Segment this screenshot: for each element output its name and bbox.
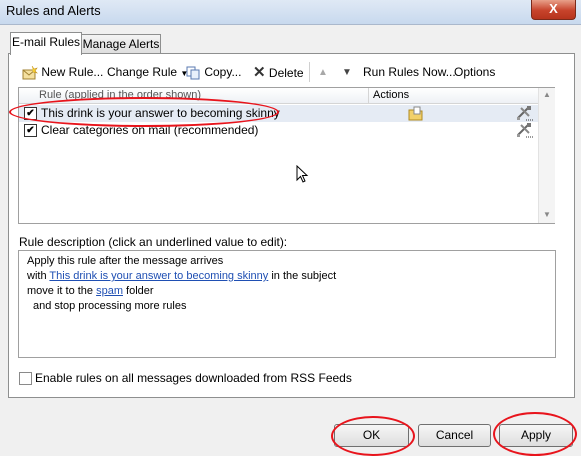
cancel-label: Cancel [435,428,474,442]
description-line: and stop processing more rules [33,300,186,312]
scroll-up-icon[interactable]: ▲ [543,90,551,99]
tab-manage-alerts-label: Manage Alerts [82,37,160,51]
close-button[interactable]: X [531,0,576,20]
run-rules-now-button[interactable]: Run Rules Now... [363,64,456,81]
folder-link[interactable]: spam [96,285,123,297]
new-rule-button[interactable]: New Rule... [22,64,103,81]
cancel-button[interactable]: Cancel [418,424,491,447]
column-divider [368,88,369,103]
description-text: in the subject [268,270,337,282]
change-rule-label: Change Rule [107,65,178,79]
options-label: Options [454,65,496,79]
ok-button[interactable]: OK [334,424,409,447]
rss-checkbox[interactable] [19,372,32,385]
move-to-folder-icon [408,106,423,121]
move-up-button[interactable]: ▲ [318,64,328,81]
delete-button[interactable]: ✕ Delete [253,64,304,81]
scroll-down-icon[interactable]: ▼ [543,210,551,219]
tab-email-rules-label: E-mail Rules [11,35,80,49]
title-bar: Rules and Alerts X [0,0,581,25]
column-header-rule[interactable]: Rule (applied in the order shown) [39,89,201,101]
delete-label: Delete [268,66,304,80]
description-text: Apply this rule after the message arrive… [27,255,224,267]
ok-label: OK [362,428,381,442]
apply-label: Apply [520,428,552,442]
rule-description-label: Rule description (click an underlined va… [19,235,288,249]
rss-label: Enable rules on all messages downloaded … [35,371,352,385]
column-header-actions[interactable]: Actions [373,89,409,101]
tab-manage-alerts[interactable]: Manage Alerts [81,34,161,55]
description-text: and stop processing more rules [33,300,187,312]
subject-words-link[interactable]: This drink is your answer to becoming sk… [49,270,268,282]
rules-list-header: Rule (applied in the order shown) Action… [19,88,538,104]
options-button[interactable]: Options [454,64,495,81]
run-rules-now-label: Run Rules Now... [363,65,456,79]
change-rule-button[interactable]: Change Rule ▼ [107,64,188,81]
rule-edit-icon [517,123,533,138]
rule-name: This drink is your answer to becoming sk… [41,106,280,120]
description-line: move it to the spam folder [27,285,154,297]
rule-checkbox[interactable]: ✔ [24,107,37,120]
rule-checkbox[interactable]: ✔ [24,124,37,137]
window-title: Rules and Alerts [6,3,101,18]
description-text: folder [123,285,154,297]
toolbar-separator [309,62,310,82]
description-text: move it to the [27,285,97,297]
mouse-cursor-icon [296,165,309,183]
arrow-up-icon: ▲ [318,67,328,78]
close-icon: X [549,1,558,16]
new-rule-label: New Rule... [41,65,104,79]
description-line: Apply this rule after the message arrive… [27,255,223,267]
arrow-down-icon: ▼ [342,67,352,78]
delete-icon: ✕ [253,64,266,81]
vertical-scrollbar[interactable]: ▲ ▼ [538,88,555,223]
rule-row[interactable]: ✔ This drink is your answer to becoming … [19,105,538,122]
rule-description-box: Apply this rule after the message arrive… [18,250,556,358]
copy-button[interactable]: Copy... [186,64,241,81]
rule-name: Clear categories on mail (recommended) [41,123,259,137]
copy-label: Copy... [204,65,242,79]
rule-row[interactable]: ✔ Clear categories on mail (recommended) [19,122,538,139]
rule-edit-icon [517,106,533,121]
apply-button[interactable]: Apply [499,424,573,447]
copy-icon [186,66,200,80]
description-line: with This drink is your answer to becomi… [27,270,336,282]
description-text: with [27,270,50,282]
tab-email-rules[interactable]: E-mail Rules [10,32,82,55]
rules-list: Rule (applied in the order shown) Action… [18,87,555,224]
new-rule-icon [22,65,38,80]
move-down-button[interactable]: ▼ [342,64,352,81]
